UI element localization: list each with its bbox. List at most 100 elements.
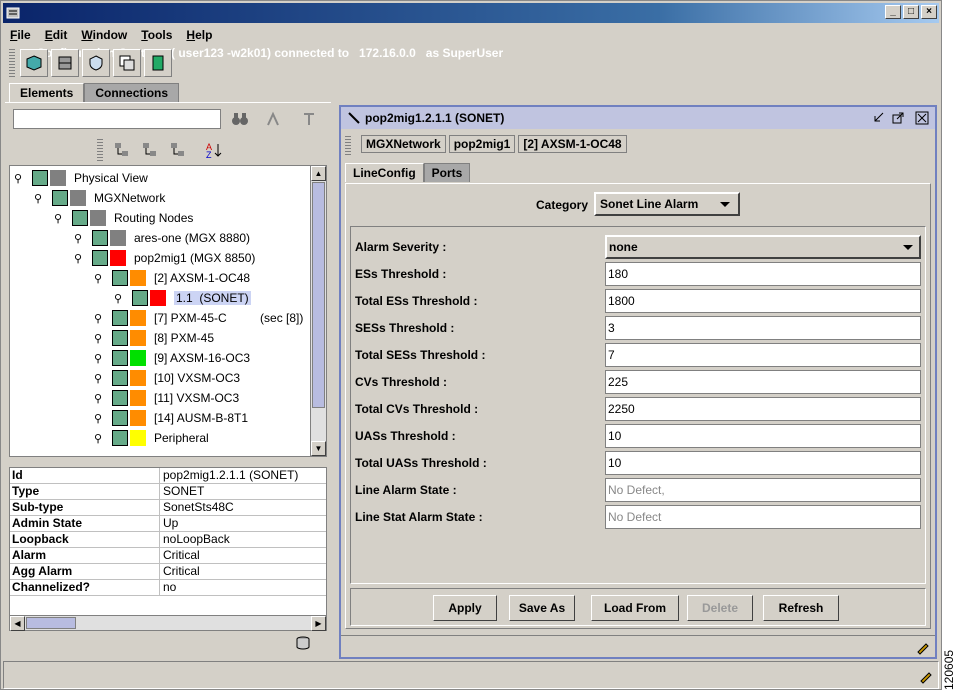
tool-icon[interactable]	[51, 49, 79, 77]
threshold-input[interactable]: 180	[605, 262, 921, 286]
float-panel-icon[interactable]	[891, 111, 905, 125]
expand-tree-icon[interactable]	[113, 141, 131, 159]
alarm-severity-select[interactable]: none	[605, 235, 921, 259]
threshold-input[interactable]: 2250	[605, 397, 921, 421]
apply-button[interactable]: Apply	[433, 595, 497, 621]
refresh-button[interactable]: Refresh	[763, 595, 839, 621]
tree-node[interactable]: ⚲ Routing Nodes	[54, 208, 193, 228]
tree-node[interactable]: ⚲ [8] PXM-45	[94, 328, 214, 348]
database-icon[interactable]	[295, 635, 311, 651]
tree-toolbar-grip[interactable]	[97, 137, 103, 161]
tree-node[interactable]: ⚲ [14] AUSM-B-8T1	[94, 408, 248, 428]
node-type-icon	[132, 290, 148, 306]
delete-button[interactable]: Delete	[687, 595, 753, 621]
scroll-up-button[interactable]: ▲	[311, 166, 326, 181]
expand-key-icon[interactable]: ⚲	[94, 352, 108, 365]
tree-node[interactable]: ⚲ [11] VXSM-OC3	[94, 388, 239, 408]
expand-key-icon[interactable]: ⚲	[34, 192, 48, 205]
tree-node[interactable]: ⚲ [10] VXSM-OC3	[94, 368, 240, 388]
brush-icon[interactable]	[915, 639, 931, 655]
scroll-down-button[interactable]: ▼	[311, 441, 326, 456]
sort-az-icon[interactable]: AZ	[205, 141, 223, 159]
menu-file[interactable]: File	[3, 25, 38, 47]
tree-node-label: [2] AXSM-1-OC48	[154, 271, 251, 285]
tree-node[interactable]: ⚲ pop2mig1 (MGX 8850)	[74, 248, 255, 268]
find-next-icon[interactable]	[265, 111, 281, 127]
expand-key-icon[interactable]: ⚲	[94, 332, 108, 345]
expand-key-icon[interactable]: ⚲	[94, 412, 108, 425]
expand-key-icon[interactable]: ⚲	[94, 372, 108, 385]
close-button[interactable]: ×	[921, 5, 937, 19]
panel-title-bar: pop2mig1.2.1.1 (SONET)	[341, 107, 935, 129]
expand-key-icon[interactable]: ⚲	[74, 232, 88, 245]
button-bar: Apply Save As Load From Delete Refresh	[350, 588, 926, 626]
toolbar-grip[interactable]	[9, 49, 15, 77]
minimize-panel-icon[interactable]	[871, 111, 885, 125]
minimize-button[interactable]: _	[885, 5, 901, 19]
menu-help[interactable]: Help	[179, 25, 219, 47]
hscroll-thumb[interactable]	[26, 617, 76, 629]
tree-node[interactable]: ⚲ Physical View	[14, 168, 148, 188]
tree-node[interactable]: ⚲ MGXNetwork	[34, 188, 165, 208]
alarm-status-icon	[130, 270, 146, 286]
close-panel-icon[interactable]	[915, 111, 929, 125]
field-row: ESs Threshold : 180	[355, 262, 921, 286]
expand-key-icon[interactable]: ⚲	[74, 252, 88, 265]
tab-lineconfig[interactable]: LineConfig	[345, 163, 424, 182]
expand-key-icon[interactable]: ⚲	[94, 272, 108, 285]
save-as-button[interactable]: Save As	[509, 595, 575, 621]
tree-node[interactable]: ⚲ [2] AXSM-1-OC48	[94, 268, 250, 288]
property-value: SonetSts48C	[163, 500, 234, 514]
menu-edit[interactable]: Edit	[38, 25, 75, 47]
find-previous-icon[interactable]	[301, 111, 317, 127]
breadcrumb-item[interactable]: pop2mig1	[448, 135, 516, 153]
expand-key-icon[interactable]: ⚲	[94, 392, 108, 405]
brush-icon[interactable]	[918, 668, 934, 684]
search-input[interactable]	[13, 109, 221, 129]
category-select[interactable]: Sonet Line Alarm	[594, 192, 740, 216]
menu-tools[interactable]: Tools	[134, 25, 179, 47]
tree-node[interactable]: ⚲ Peripheral	[94, 428, 209, 448]
tree-node[interactable]: ⚲ [9] AXSM-16-OC3	[94, 348, 250, 368]
maximize-button[interactable]: □	[903, 5, 919, 19]
scroll-right-button[interactable]: ▶	[311, 616, 326, 631]
threshold-input[interactable]: 225	[605, 370, 921, 394]
field-row: Line Stat Alarm State : No Defect	[355, 505, 921, 529]
field-row: CVs Threshold : 225	[355, 370, 921, 394]
threshold-input[interactable]: 7	[605, 343, 921, 367]
exit-icon[interactable]	[144, 49, 172, 77]
cube-icon[interactable]	[20, 49, 48, 77]
category-label: Category	[536, 198, 589, 212]
threshold-input[interactable]: 10	[605, 451, 921, 475]
threshold-input[interactable]: 10	[605, 424, 921, 448]
expand-key-icon[interactable]: ⚲	[94, 312, 108, 325]
tree-view-icon[interactable]	[169, 141, 187, 159]
expand-key-icon[interactable]: ⚲	[114, 292, 128, 305]
tab-ports[interactable]: Ports	[423, 163, 471, 182]
load-from-button[interactable]: Load From	[591, 595, 679, 621]
scroll-thumb[interactable]	[312, 182, 325, 408]
shield-icon[interactable]	[82, 49, 110, 77]
tab-connections[interactable]: Connections	[84, 83, 180, 102]
expand-key-icon[interactable]: ⚲	[54, 212, 68, 225]
threshold-input[interactable]: 3	[605, 316, 921, 340]
binoculars-icon[interactable]	[231, 111, 249, 127]
breadcrumb-item[interactable]: MGXNetwork	[361, 135, 446, 153]
expand-key-icon[interactable]: ⚲	[94, 432, 108, 445]
tree-scrollbar[interactable]: ▲ ▼	[310, 166, 326, 456]
breadcrumb-item[interactable]: [2] AXSM-1-OC48	[518, 135, 627, 153]
collapse-tree-icon[interactable]	[141, 141, 159, 159]
properties-scrollbar[interactable]: ◀ ▶	[9, 615, 327, 631]
threshold-input[interactable]: 1800	[605, 289, 921, 313]
menu-bar: File Edit Window Tools Help	[3, 25, 219, 47]
element-tree[interactable]: ⚲ Physical View ⚲ MGXNetwork ⚲ Routing Nodes ⚲…	[9, 165, 327, 457]
tree-node[interactable]: ⚲ [7] PXM-45-C (sec [8])	[94, 308, 303, 328]
expand-key-icon[interactable]: ⚲	[14, 172, 28, 185]
scroll-left-button[interactable]: ◀	[10, 616, 25, 631]
copy-icon[interactable]	[113, 49, 141, 77]
tree-node[interactable]: ⚲ 1.1 (SONET)	[114, 288, 251, 308]
tab-elements[interactable]: Elements	[9, 83, 85, 102]
menu-window[interactable]: Window	[74, 25, 134, 47]
tree-node[interactable]: ⚲ ares-one (MGX 8880)	[74, 228, 250, 248]
panel-tabs: LineConfig Ports	[345, 163, 471, 182]
